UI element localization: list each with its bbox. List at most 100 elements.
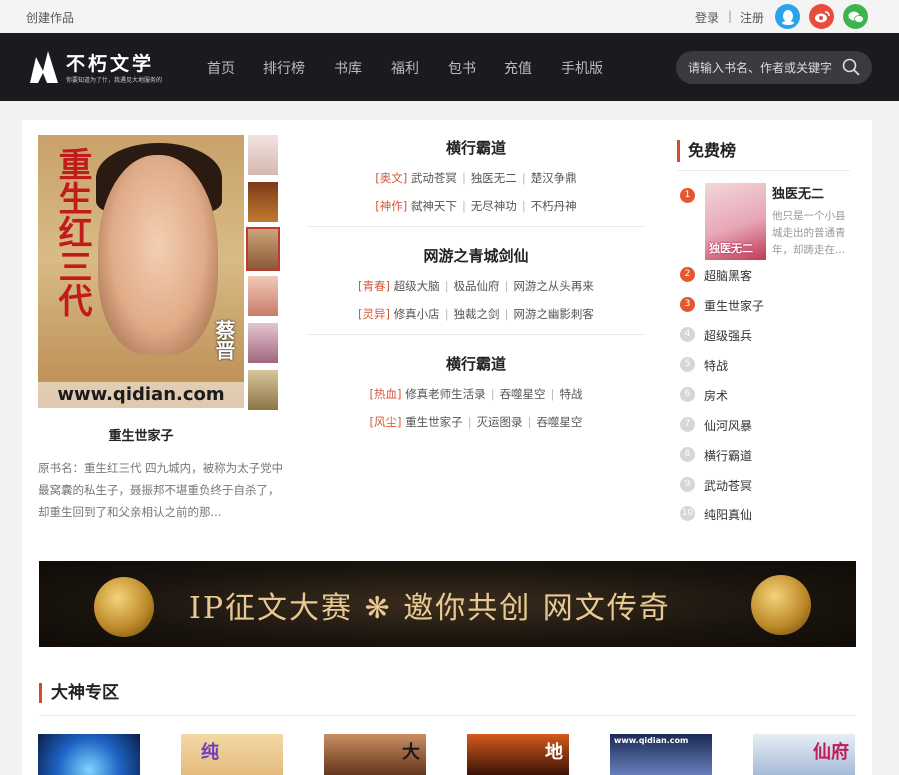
book-link[interactable]: 无尽神功 bbox=[471, 199, 517, 213]
recommend-block-1: 横行霸道 [奥文] 武动苍冥 | 独医无二 | 楚汉争鼎 [神作] 弑神天下 | 无尽神功 |… bbox=[306, 137, 646, 214]
rank-top-book-name[interactable]: 独医无二 bbox=[772, 183, 824, 202]
rank-book-name[interactable]: 重生世家子 bbox=[704, 297, 764, 314]
featured-book-cover[interactable]: 重生红三代 蔡晋 www.qidian.com bbox=[38, 135, 244, 408]
rank-number-badge: 4 bbox=[680, 327, 695, 342]
genre-tag[interactable]: [神作] bbox=[375, 199, 407, 213]
nav-welfare[interactable]: 福利 bbox=[391, 58, 419, 78]
banner-text: IP征文大赛 ❋ 邀你共创 网文传奇 bbox=[189, 591, 671, 626]
rank-number-badge: 2 bbox=[680, 267, 695, 282]
recommend-divider bbox=[306, 226, 646, 227]
rank-number-badge: 9 bbox=[680, 477, 695, 492]
rank-book-name[interactable]: 仙河风暴 bbox=[704, 417, 752, 434]
recommend-title[interactable]: 横行霸道 bbox=[306, 137, 646, 158]
rank-book-name[interactable]: 横行霸道 bbox=[704, 447, 752, 464]
book-link[interactable]: 灭运图录 bbox=[477, 415, 523, 429]
great-god-zone-title: 大神专区 bbox=[39, 683, 119, 703]
cover-thumbnail-2[interactable] bbox=[248, 182, 278, 222]
register-link[interactable]: 注册 bbox=[740, 9, 764, 26]
book-link[interactable]: 特战 bbox=[559, 387, 582, 401]
book-link[interactable]: 弑神天下 bbox=[411, 199, 457, 213]
rank-top-cover[interactable]: 独医无二 bbox=[705, 183, 766, 260]
book-link[interactable]: 独医无二 bbox=[471, 171, 517, 185]
cover-thumbnail-3-selected[interactable] bbox=[246, 227, 280, 271]
recommend-title[interactable]: 横行霸道 bbox=[306, 353, 646, 374]
featured-book-name[interactable]: 重生世家子 bbox=[38, 425, 244, 444]
book-link[interactable]: 吞噬星空 bbox=[500, 387, 546, 401]
brand-name: 不朽文学 bbox=[66, 53, 155, 75]
flame-logo-icon bbox=[30, 51, 58, 83]
recommend-title[interactable]: 网游之青城剑仙 bbox=[306, 245, 646, 266]
brand-tagline: 你要知道为了什，我遇见大地服务的 bbox=[66, 77, 163, 84]
rank-number-badge: 5 bbox=[680, 357, 695, 372]
book-link[interactable]: 修真小店 bbox=[394, 307, 440, 321]
cover-thumbnail-4[interactable] bbox=[248, 276, 278, 316]
nav-library[interactable]: 书库 bbox=[334, 58, 362, 78]
rank-top-cover-text: 独医无二 bbox=[709, 242, 753, 255]
nav-mobile[interactable]: 手机版 bbox=[561, 58, 603, 78]
genre-tag[interactable]: [风尘] bbox=[370, 415, 402, 429]
cover-title-text: 重生红三代 bbox=[52, 147, 92, 317]
book-link[interactable]: 不朽丹神 bbox=[531, 199, 577, 213]
rank-book-name[interactable]: 超级强兵 bbox=[704, 327, 752, 344]
recommend-row: [风尘] 重生世家子 | 灭运图录 | 吞噬星空 bbox=[369, 415, 583, 429]
wechat-login-icon[interactable] bbox=[843, 4, 868, 29]
qq-login-icon[interactable] bbox=[775, 4, 800, 29]
search-input[interactable] bbox=[688, 59, 838, 77]
recommend-row: [热血] 修真老师生活录 | 吞噬星空 | 特战 bbox=[369, 387, 583, 401]
book-link[interactable]: 武动苍冥 bbox=[411, 171, 457, 185]
rank-number-badge: 10 bbox=[680, 506, 695, 521]
featured-book-description: 原书名：重生红三代 四九城内，被称为太子党中最窝囊的私生子，聂振邦不堪重负终于自… bbox=[38, 461, 284, 519]
genre-tag[interactable]: [灵异] bbox=[358, 307, 390, 321]
site-logo[interactable]: 不朽文学 你要知道为了什，我遇见大地服务的 bbox=[26, 47, 166, 87]
rank-book-name[interactable]: 武动苍冥 bbox=[704, 477, 752, 494]
create-work-link[interactable]: 创建作品 bbox=[26, 9, 74, 26]
cover-author-text: 蔡晋 bbox=[212, 320, 236, 360]
ip-contest-banner[interactable]: IP征文大赛 ❋ 邀你共创 网文传奇 bbox=[39, 561, 856, 647]
genre-tag[interactable]: [奥文] bbox=[375, 171, 407, 185]
zone-book-cover[interactable]: 纯 bbox=[181, 734, 283, 775]
zone-book-cover[interactable]: 地 bbox=[467, 734, 569, 775]
rank-number-badge: 8 bbox=[680, 447, 695, 462]
login-separator: | bbox=[728, 9, 733, 23]
golden-figure-right bbox=[751, 575, 811, 635]
genre-tag[interactable]: [热血] bbox=[370, 387, 402, 401]
rank-number-badge: 3 bbox=[680, 297, 695, 312]
login-link[interactable]: 登录 bbox=[695, 9, 719, 26]
recommend-row: [青春] 超级大脑 | 极品仙府 | 网游之从头再来 bbox=[358, 279, 594, 293]
weibo-login-icon[interactable] bbox=[809, 4, 834, 29]
search-icon[interactable] bbox=[842, 58, 860, 79]
nav-ranking[interactable]: 排行榜 bbox=[263, 58, 305, 78]
book-link[interactable]: 楚汉争鼎 bbox=[531, 171, 577, 185]
book-link[interactable]: 修真老师生活录 bbox=[405, 387, 486, 401]
cover-art-face bbox=[98, 155, 218, 355]
book-link[interactable]: 网游之幽影刺客 bbox=[513, 307, 594, 321]
zone-book-cover[interactable] bbox=[38, 734, 140, 775]
book-link[interactable]: 网游之从头再来 bbox=[513, 279, 594, 293]
zone-book-cover[interactable]: 大 bbox=[324, 734, 426, 775]
cover-thumbnail-6[interactable] bbox=[248, 370, 278, 410]
genre-tag[interactable]: [青春] bbox=[358, 279, 390, 293]
recommend-row: [奥文] 武动苍冥 | 独医无二 | 楚汉争鼎 bbox=[375, 171, 577, 185]
recommend-block-2: 网游之青城剑仙 [青春] 超级大脑 | 极品仙府 | 网游之从头再来 [灵异] 修真小店… bbox=[306, 245, 646, 322]
zone-book-cover[interactable]: www.qidian.com bbox=[610, 734, 712, 775]
content-card: 重生红三代 蔡晋 www.qidian.com 重生世家子 原书名：重生红三代 … bbox=[22, 120, 872, 775]
rank-book-name[interactable]: 特战 bbox=[704, 357, 728, 374]
book-link[interactable]: 重生世家子 bbox=[405, 415, 463, 429]
cover-thumbnail-5[interactable] bbox=[248, 323, 278, 363]
rank-book-name[interactable]: 房术 bbox=[704, 387, 728, 404]
rank-book-name[interactable]: 纯阳真仙 bbox=[704, 506, 752, 523]
book-link[interactable]: 吞噬星空 bbox=[536, 415, 582, 429]
book-link[interactable]: 独裁之剑 bbox=[454, 307, 500, 321]
zone-book-cover[interactable]: 仙府 bbox=[753, 734, 855, 775]
book-link[interactable]: 超级大脑 bbox=[394, 279, 440, 293]
nav-recharge[interactable]: 充值 bbox=[504, 58, 532, 78]
nav-home[interactable]: 首页 bbox=[207, 58, 235, 78]
cover-url-text: www.qidian.com bbox=[38, 382, 244, 408]
cover-thumbnail-1[interactable] bbox=[248, 135, 278, 175]
free-ranking-title: 免费榜 bbox=[677, 140, 736, 162]
book-link[interactable]: 极品仙府 bbox=[454, 279, 500, 293]
nav-package[interactable]: 包书 bbox=[448, 58, 476, 78]
search-box bbox=[676, 51, 872, 84]
rank-book-name[interactable]: 超脑黑客 bbox=[704, 267, 752, 284]
golden-figure-left bbox=[94, 577, 154, 637]
